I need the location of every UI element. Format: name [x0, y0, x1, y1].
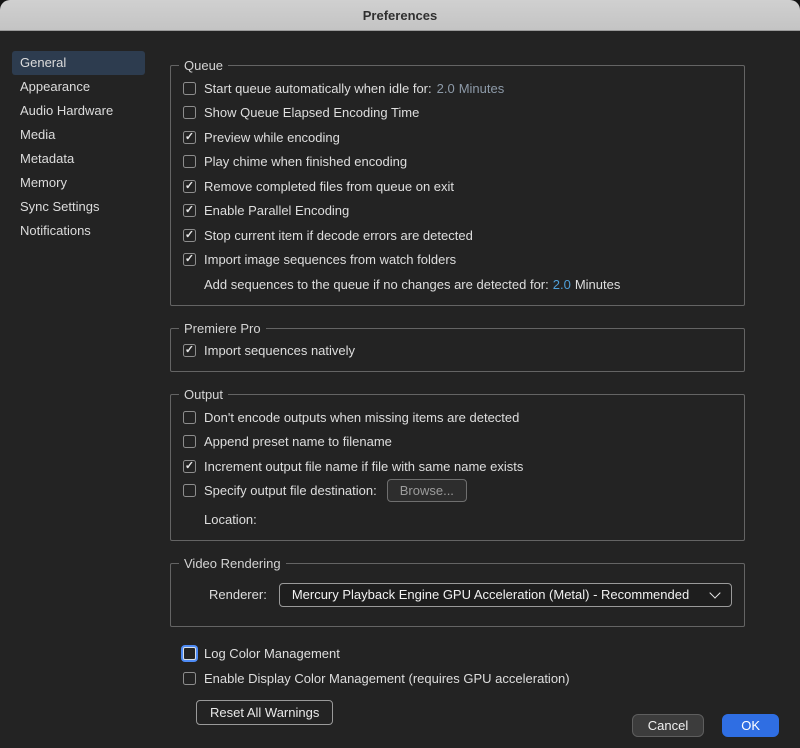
video-rendering-legend: Video Rendering — [179, 556, 286, 571]
remove-completed-checkbox[interactable] — [183, 180, 196, 193]
idle-duration-unit: Minutes — [459, 81, 505, 96]
row-label: Specify output file destination: — [204, 483, 377, 498]
row-stop-decode-errors: Stop current item if decode errors are d… — [183, 223, 732, 248]
sidebar-item-media[interactable]: Media — [12, 123, 145, 147]
reset-warnings-button[interactable]: Reset All Warnings — [196, 700, 333, 725]
start-queue-checkbox[interactable] — [183, 82, 196, 95]
sidebar-item-appearance[interactable]: Appearance — [12, 75, 145, 99]
row-label: Start queue automatically when idle for: — [204, 81, 432, 96]
sidebar: General Appearance Audio Hardware Media … — [0, 31, 160, 748]
stop-decode-errors-checkbox[interactable] — [183, 229, 196, 242]
watch-duration-value[interactable]: 2.0 — [553, 277, 571, 292]
row-label: Enable Display Color Management (require… — [204, 671, 570, 686]
row-specify-destination: Specify output file destination: Browse.… — [183, 479, 732, 504]
renderer-selected-value: Mercury Playback Engine GPU Acceleration… — [292, 587, 711, 602]
row-label: Import sequences natively — [204, 343, 355, 358]
row-append-preset-name: Append preset name to filename — [183, 430, 732, 455]
row-label: Preview while encoding — [204, 130, 340, 145]
row-increment-file-name: Increment output file name if file with … — [183, 454, 732, 479]
video-rendering-group: Video Rendering Renderer: Mercury Playba… — [170, 556, 745, 627]
sidebar-item-metadata[interactable]: Metadata — [12, 147, 145, 171]
row-label: Remove completed files from queue on exi… — [204, 179, 454, 194]
sidebar-item-sync-settings[interactable]: Sync Settings — [12, 195, 145, 219]
misc-settings: Log Color Management Enable Display Colo… — [170, 642, 745, 725]
increment-name-checkbox[interactable] — [183, 460, 196, 473]
chevron-down-icon — [709, 587, 720, 598]
sidebar-item-notifications[interactable]: Notifications — [12, 219, 145, 243]
row-label: Enable Parallel Encoding — [204, 203, 349, 218]
specify-destination-checkbox[interactable] — [183, 484, 196, 497]
dont-encode-missing-checkbox[interactable] — [183, 411, 196, 424]
sidebar-item-audio-hardware[interactable]: Audio Hardware — [12, 99, 145, 123]
row-label: Show Queue Elapsed Encoding Time — [204, 105, 419, 120]
row-label: Add sequences to the queue if no changes… — [204, 277, 549, 292]
renderer-label: Renderer: — [209, 587, 267, 602]
output-legend: Output — [179, 387, 228, 402]
row-import-sequences-natively: Import sequences natively — [183, 339, 732, 364]
sidebar-item-general[interactable]: General — [12, 51, 145, 75]
import-watch-folders-checkbox[interactable] — [183, 253, 196, 266]
renderer-row: Renderer: Mercury Playback Engine GPU Ac… — [183, 574, 732, 618]
sidebar-item-memory[interactable]: Memory — [12, 171, 145, 195]
titlebar: Preferences — [0, 0, 800, 31]
display-color-management-checkbox[interactable] — [183, 672, 196, 685]
idle-duration-value[interactable]: 2.0 — [437, 81, 455, 96]
row-label: Append preset name to filename — [204, 434, 392, 449]
preferences-window: Preferences General Appearance Audio Har… — [0, 0, 800, 748]
row-log-color-management: Log Color Management — [183, 642, 745, 667]
import-natively-checkbox[interactable] — [183, 344, 196, 357]
row-watch-duration: Add sequences to the queue if no changes… — [204, 272, 732, 297]
dialog-footer: Cancel OK — [632, 714, 779, 737]
row-preview-encoding: Preview while encoding — [183, 125, 732, 150]
row-label: Stop current item if decode errors are d… — [204, 228, 473, 243]
row-enable-display-color-management: Enable Display Color Management (require… — [183, 666, 745, 691]
parallel-encoding-checkbox[interactable] — [183, 204, 196, 217]
append-preset-checkbox[interactable] — [183, 435, 196, 448]
row-location: Location: — [204, 507, 732, 532]
row-label: Log Color Management — [204, 646, 340, 661]
browse-button[interactable]: Browse... — [387, 479, 467, 502]
renderer-dropdown[interactable]: Mercury Playback Engine GPU Acceleration… — [279, 583, 732, 607]
row-dont-encode-missing: Don't encode outputs when missing items … — [183, 405, 732, 430]
queue-legend: Queue — [179, 58, 228, 73]
row-label: Don't encode outputs when missing items … — [204, 410, 519, 425]
window-title: Preferences — [363, 8, 437, 23]
preview-encoding-checkbox[interactable] — [183, 131, 196, 144]
row-elapsed-time: Show Queue Elapsed Encoding Time — [183, 101, 732, 126]
row-parallel-encoding: Enable Parallel Encoding — [183, 199, 732, 224]
watch-duration-unit: Minutes — [575, 277, 621, 292]
queue-group: Queue Start queue automatically when idl… — [170, 58, 745, 306]
premiere-pro-legend: Premiere Pro — [179, 321, 266, 336]
row-remove-completed: Remove completed files from queue on exi… — [183, 174, 732, 199]
output-group: Output Don't encode outputs when missing… — [170, 387, 745, 541]
row-label: Increment output file name if file with … — [204, 459, 523, 474]
ok-button[interactable]: OK — [722, 714, 779, 737]
log-color-management-checkbox[interactable] — [183, 647, 196, 660]
row-play-chime: Play chime when finished encoding — [183, 150, 732, 175]
row-import-watch-folders: Import image sequences from watch folder… — [183, 248, 732, 273]
row-label: Import image sequences from watch folder… — [204, 252, 456, 267]
location-label: Location: — [204, 512, 257, 527]
main-panel: Queue Start queue automatically when idl… — [160, 31, 800, 748]
elapsed-time-checkbox[interactable] — [183, 106, 196, 119]
premiere-pro-group: Premiere Pro Import sequences natively — [170, 321, 745, 373]
row-start-queue: Start queue automatically when idle for:… — [183, 76, 732, 101]
play-chime-checkbox[interactable] — [183, 155, 196, 168]
row-label: Play chime when finished encoding — [204, 154, 407, 169]
cancel-button[interactable]: Cancel — [632, 714, 704, 737]
